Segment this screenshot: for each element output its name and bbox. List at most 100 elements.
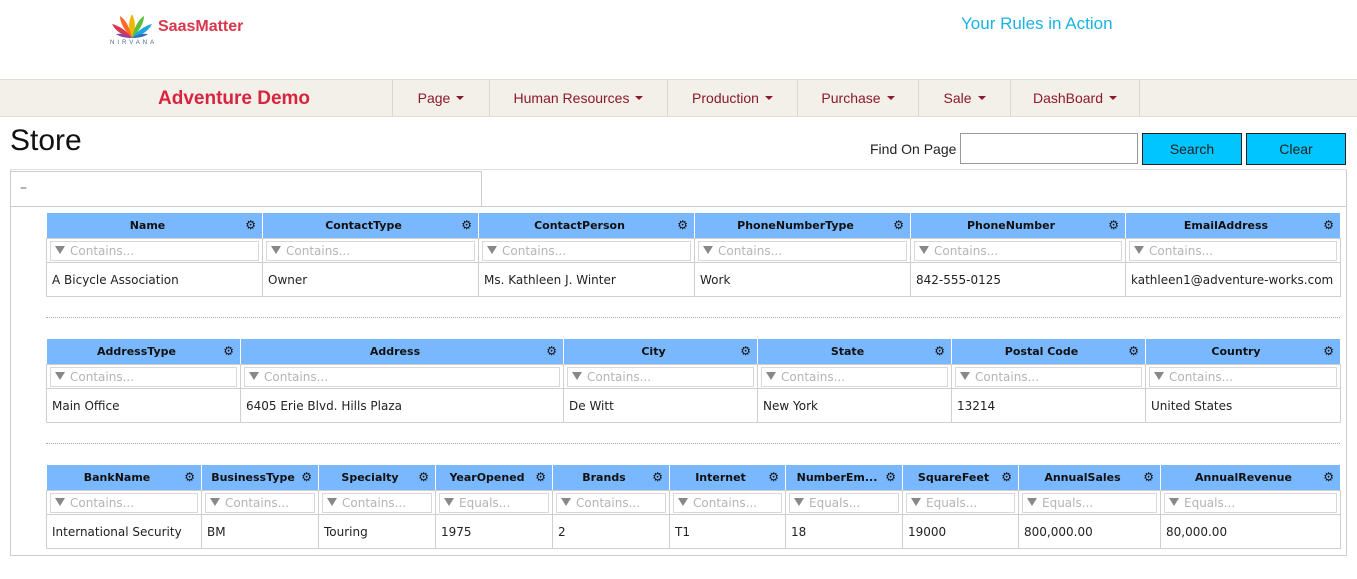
filter-icon[interactable] xyxy=(960,371,970,380)
filter-cell[interactable]: Contains... xyxy=(910,238,1126,263)
table-cell[interactable]: Owner xyxy=(262,262,479,297)
nav-menu-page[interactable]: Page xyxy=(392,80,489,116)
filter-icon[interactable] xyxy=(1027,497,1037,506)
column-header-addresstype[interactable]: AddressType ⚙ xyxy=(46,338,241,365)
column-header-name[interactable]: Name ⚙ xyxy=(46,212,263,239)
gear-icon[interactable]: ⚙ xyxy=(740,345,751,357)
gear-icon[interactable]: ⚙ xyxy=(184,471,195,483)
gear-icon[interactable]: ⚙ xyxy=(652,471,663,483)
column-header-yearopened[interactable]: YearOpened ⚙ xyxy=(435,464,553,491)
table-cell[interactable]: BM xyxy=(201,514,319,549)
filter-cell[interactable]: Contains... xyxy=(318,490,436,515)
filter-icon[interactable] xyxy=(55,245,65,254)
filter-icon[interactable] xyxy=(55,371,65,380)
table-cell[interactable]: Main Office xyxy=(46,388,241,423)
table-row[interactable]: International Security BM Touring 1975 2… xyxy=(46,514,1341,549)
gear-icon[interactable]: ⚙ xyxy=(1323,471,1334,483)
column-header-state[interactable]: State ⚙ xyxy=(757,338,952,365)
column-header-contactperson[interactable]: ContactPerson ⚙ xyxy=(478,212,695,239)
filter-icon[interactable] xyxy=(55,497,65,506)
filter-cell[interactable]: Contains... xyxy=(694,238,911,263)
column-header-brands[interactable]: Brands ⚙ xyxy=(552,464,670,491)
filter-icon[interactable] xyxy=(1169,497,1179,506)
gear-icon[interactable]: ⚙ xyxy=(535,471,546,483)
gear-icon[interactable]: ⚙ xyxy=(418,471,429,483)
filter-cell[interactable]: Equals... xyxy=(1018,490,1161,515)
column-header-phonenumbertype[interactable]: PhoneNumberType ⚙ xyxy=(694,212,911,239)
filter-icon[interactable] xyxy=(919,245,929,254)
column-header-postal-code[interactable]: Postal Code ⚙ xyxy=(951,338,1146,365)
filter-icon[interactable] xyxy=(249,371,259,380)
gear-icon[interactable]: ⚙ xyxy=(1001,471,1012,483)
filter-cell[interactable]: Equals... xyxy=(785,490,903,515)
table-cell[interactable]: De Witt xyxy=(563,388,758,423)
gear-icon[interactable]: ⚙ xyxy=(1323,219,1334,231)
collapse-toggle[interactable]: – xyxy=(20,180,27,196)
table-row[interactable]: A Bicycle Association Owner Ms. Kathleen… xyxy=(46,262,1341,297)
gear-icon[interactable]: ⚙ xyxy=(1108,219,1119,231)
logo[interactable]: SaasMatter NIRVANA xyxy=(106,10,256,50)
gear-icon[interactable]: ⚙ xyxy=(546,345,557,357)
table-row[interactable]: Main Office 6405 Erie Blvd. Hills Plaza … xyxy=(46,388,1341,423)
table-cell[interactable]: United States xyxy=(1145,388,1341,423)
table-cell[interactable]: T1 xyxy=(669,514,786,549)
column-header-numberemployees[interactable]: NumberEm... ⚙ xyxy=(785,464,903,491)
filter-cell[interactable]: Equals... xyxy=(435,490,553,515)
column-header-specialty[interactable]: Specialty ⚙ xyxy=(318,464,436,491)
filter-icon[interactable] xyxy=(572,371,582,380)
filter-cell[interactable]: Contains... xyxy=(563,364,758,389)
table-cell[interactable]: 6405 Erie Blvd. Hills Plaza xyxy=(240,388,564,423)
table-cell[interactable]: New York xyxy=(757,388,952,423)
find-on-page-input[interactable] xyxy=(960,133,1138,164)
nav-menu-purchase[interactable]: Purchase xyxy=(797,80,918,116)
table-cell[interactable]: A Bicycle Association xyxy=(46,262,263,297)
gear-icon[interactable]: ⚙ xyxy=(934,345,945,357)
filter-cell[interactable]: Equals... xyxy=(902,490,1019,515)
filter-cell[interactable]: Contains... xyxy=(669,490,786,515)
filter-cell[interactable]: Contains... xyxy=(262,238,479,263)
gear-icon[interactable]: ⚙ xyxy=(1143,471,1154,483)
filter-cell[interactable]: Contains... xyxy=(478,238,695,263)
gear-icon[interactable]: ⚙ xyxy=(677,219,688,231)
column-header-annualsales[interactable]: AnnualSales ⚙ xyxy=(1018,464,1161,491)
filter-icon[interactable] xyxy=(766,371,776,380)
table-cell[interactable]: 18 xyxy=(785,514,903,549)
filter-icon[interactable] xyxy=(444,497,454,506)
filter-icon[interactable] xyxy=(561,497,571,506)
app-title[interactable]: Adventure Demo xyxy=(158,88,310,110)
table-cell[interactable]: 13214 xyxy=(951,388,1146,423)
filter-cell[interactable]: Contains... xyxy=(552,490,670,515)
filter-icon[interactable] xyxy=(327,497,337,506)
gear-icon[interactable]: ⚙ xyxy=(1323,345,1334,357)
search-button[interactable]: Search xyxy=(1142,133,1242,165)
filter-cell[interactable]: Contains... xyxy=(46,364,241,389)
clear-button[interactable]: Clear xyxy=(1246,133,1346,165)
column-header-annualrevenue[interactable]: AnnualRevenue ⚙ xyxy=(1160,464,1341,491)
filter-cell[interactable]: Contains... xyxy=(1125,238,1341,263)
column-header-city[interactable]: City ⚙ xyxy=(563,338,758,365)
gear-icon[interactable]: ⚙ xyxy=(885,471,896,483)
column-header-country[interactable]: Country ⚙ xyxy=(1145,338,1341,365)
filter-icon[interactable] xyxy=(1134,245,1144,254)
nav-menu-sale[interactable]: Sale xyxy=(918,80,1010,116)
table-cell[interactable]: Work xyxy=(694,262,911,297)
filter-cell[interactable]: Contains... xyxy=(1145,364,1341,389)
table-cell[interactable]: 1975 xyxy=(435,514,553,549)
table-cell[interactable]: 80,000.00 xyxy=(1160,514,1341,549)
column-header-address[interactable]: Address ⚙ xyxy=(240,338,564,365)
table-cell[interactable]: 19000 xyxy=(902,514,1019,549)
filter-icon[interactable] xyxy=(703,245,713,254)
gear-icon[interactable]: ⚙ xyxy=(768,471,779,483)
column-header-bankname[interactable]: BankName ⚙ xyxy=(46,464,202,491)
nav-menu-human-resources[interactable]: Human Resources xyxy=(489,80,667,116)
nav-menu-dashboard[interactable]: DashBoard xyxy=(1010,80,1140,116)
filter-icon[interactable] xyxy=(1154,371,1164,380)
filter-cell[interactable]: Equals... xyxy=(1160,490,1341,515)
table-cell[interactable]: Ms. Kathleen J. Winter xyxy=(478,262,695,297)
filter-icon[interactable] xyxy=(794,497,804,506)
table-cell[interactable]: kathleen1@adventure-works.com xyxy=(1125,262,1341,297)
gear-icon[interactable]: ⚙ xyxy=(223,345,234,357)
filter-cell[interactable]: Contains... xyxy=(46,490,202,515)
table-cell[interactable]: 2 xyxy=(552,514,670,549)
column-header-contacttype[interactable]: ContactType ⚙ xyxy=(262,212,479,239)
